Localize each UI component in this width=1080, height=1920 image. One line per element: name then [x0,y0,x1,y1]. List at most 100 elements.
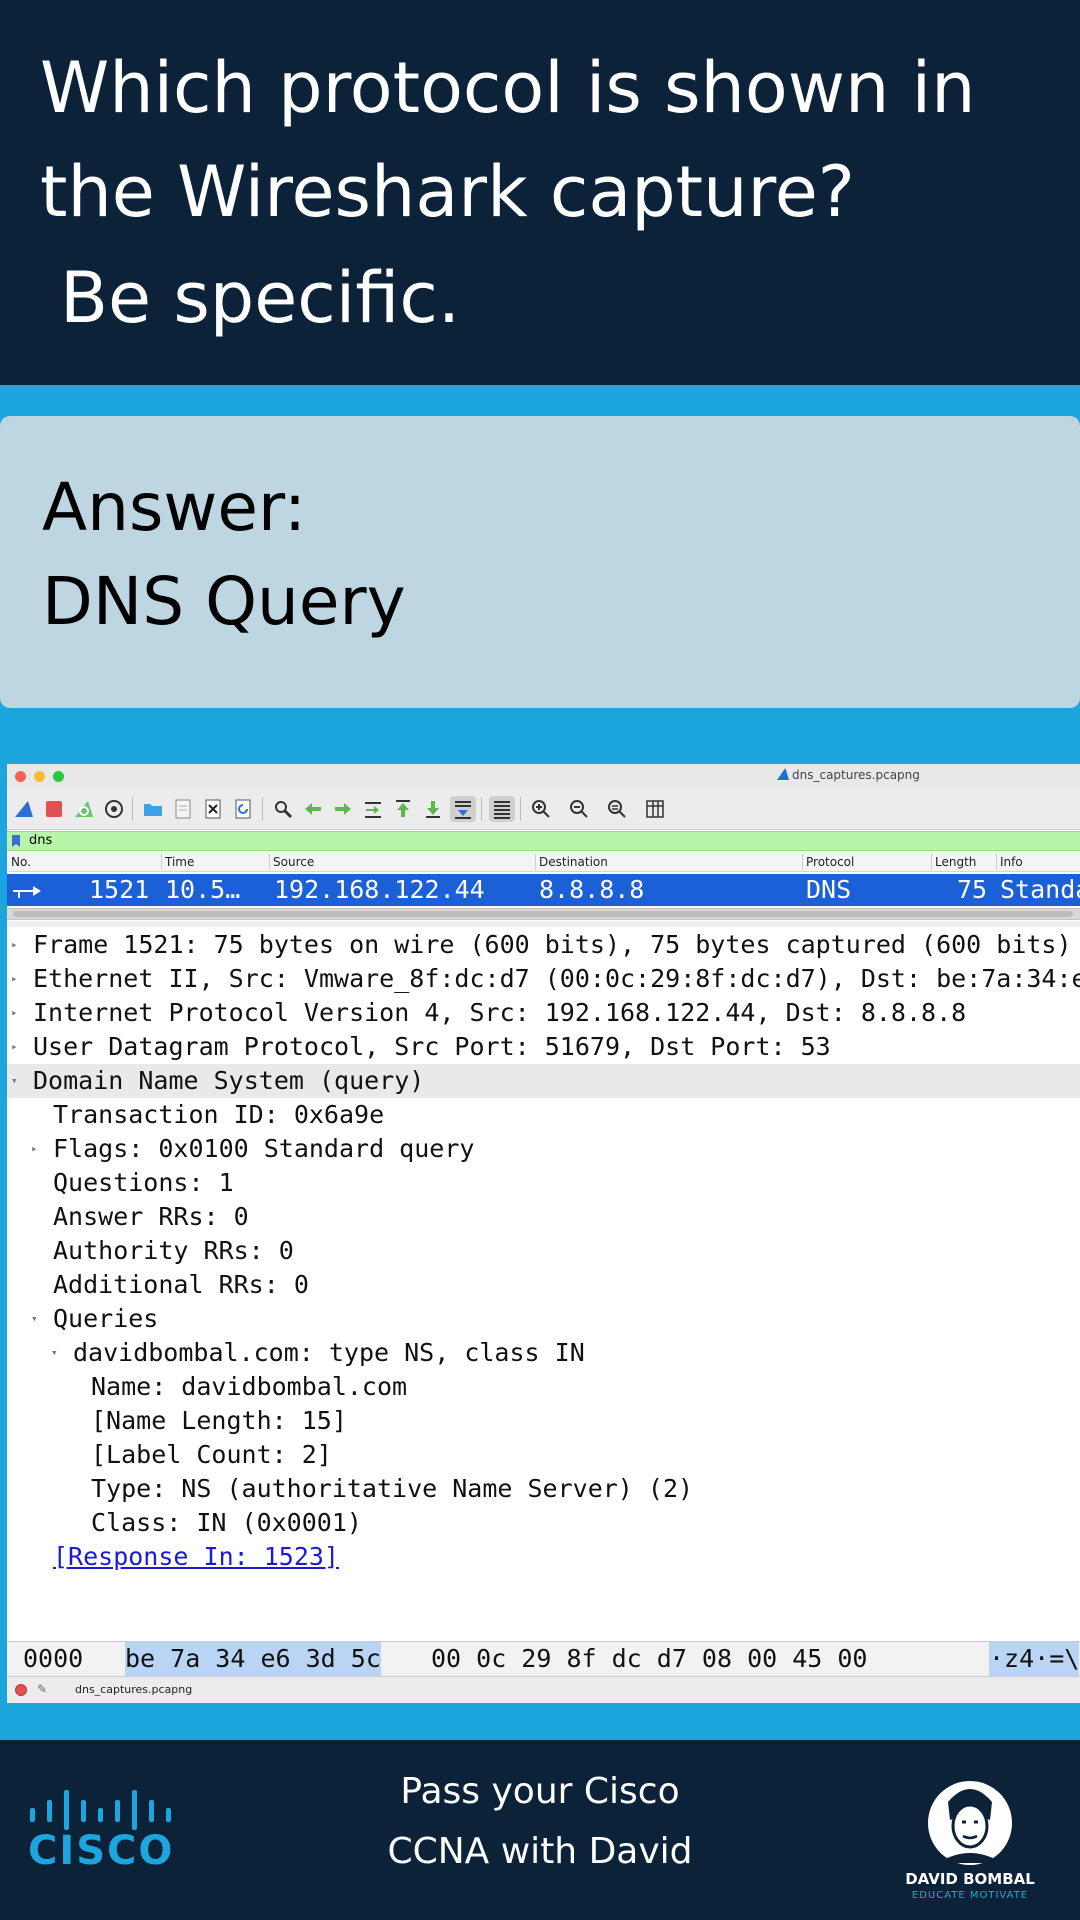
edit-comment-icon[interactable]: ✎ [37,1682,47,1696]
start-capture-button[interactable] [11,796,37,822]
search-icon [275,801,293,819]
column-header-protocol[interactable]: Protocol [806,855,854,869]
toolbar-separator [132,797,133,821]
collapse-arrow-icon[interactable]: ▾ [51,1336,58,1370]
packet-row-selected[interactable]: 1521 10.5… 192.168.122.44 8.8.8.8 DNS 75… [7,874,1080,906]
expand-arrow-icon[interactable]: ▸ [11,996,18,1030]
column-header-length[interactable]: Length [935,855,976,869]
collapse-arrow-icon[interactable]: ▾ [31,1302,38,1336]
shark-fin-icon [777,768,789,780]
detail-row-name-length[interactable]: [Name Length: 15] [7,1404,1080,1438]
arrow-up-icon [396,800,410,817]
arrow-down-icon [426,801,440,818]
open-file-button[interactable] [140,796,166,822]
expand-arrow-icon[interactable]: ▸ [11,1030,18,1064]
detail-row-dns[interactable]: ▾ Domain Name System (query) [7,1064,1080,1098]
bookmark-icon[interactable] [12,835,20,847]
answer-label: Answer: [42,469,307,546]
zoom-out-button[interactable] [566,796,592,822]
resize-columns-icon [646,800,664,818]
answer-card: Answer: DNS Query [0,416,1080,708]
find-packet-button[interactable] [270,796,296,822]
first-packet-button[interactable] [390,796,416,822]
zoom-window-button[interactable] [53,771,64,782]
tagline-line-2: CCNA with David [387,1831,693,1872]
last-packet-button[interactable] [420,796,446,822]
close-file-button[interactable] [200,796,226,822]
zoom-in-button[interactable] [528,796,554,822]
detail-row-questions[interactable]: Questions: 1 [7,1166,1080,1200]
footer-banner: CISCO Pass your Cisco CCNA with David DA… [0,1740,1080,1920]
close-file-icon [205,799,221,819]
jump-icon [365,802,381,818]
detail-row-answer-rrs[interactable]: Answer RRs: 0 [7,1200,1080,1234]
autoscroll-icon [455,801,471,819]
detail-row-frame[interactable]: ▸ Frame 1521: 75 bytes on wire (600 bits)… [7,928,1080,962]
stop-capture-button[interactable] [41,796,67,822]
column-header-destination[interactable]: Destination [539,855,608,869]
expand-arrow-icon[interactable]: ▸ [11,928,18,962]
restart-fin-icon [75,801,93,817]
detail-row-label-count[interactable]: [Label Count: 2] [7,1438,1080,1472]
minimize-window-button[interactable] [34,771,45,782]
detail-row-name[interactable]: Name: davidbombal.com [7,1370,1080,1404]
display-filter-bar[interactable]: dns [7,831,1080,851]
save-file-button[interactable] [170,796,196,822]
column-header-no[interactable]: No. [11,855,31,869]
cisco-wordmark: CISCO [28,1828,175,1874]
hex-ascii[interactable]: ·z4·=\ [989,1642,1080,1676]
zoom-out-icon [570,800,588,818]
autoscroll-button[interactable] [450,796,476,822]
detail-row-udp[interactable]: ▸ User Datagram Protocol, Src Port: 51679… [7,1030,1080,1064]
go-forward-button[interactable] [330,796,356,822]
packet-destination: 8.8.8.8 [539,875,645,904]
go-to-packet-button[interactable] [360,796,386,822]
expand-arrow-icon[interactable]: ▸ [31,1132,38,1166]
display-filter-input[interactable]: dns [29,833,52,848]
tagline-line-1: Pass your Cisco [400,1771,680,1812]
david-bombal-logo: DAVID BOMBAL EDUCATE MOTIVATE [900,1768,1040,1908]
detail-row-type[interactable]: Type: NS (authoritative Name Server) (2) [7,1472,1080,1506]
normal-size-button[interactable] [604,796,630,822]
column-header-source[interactable]: Source [273,855,314,869]
detail-row-additional-rrs[interactable]: Additional RRs: 0 [7,1268,1080,1302]
detail-row-ipv4[interactable]: ▸ Internet Protocol Version 4, Src: 192.1… [7,996,1080,1030]
zoom-in-icon [532,800,550,818]
hex-selected-bytes[interactable]: be 7a 34 e6 3d 5c [125,1642,381,1676]
shark-fin-icon [15,801,33,817]
detail-row-transaction-id[interactable]: Transaction ID: 0x6a9e [7,1098,1080,1132]
packet-source: 192.168.122.44 [274,875,485,904]
pane-splitter[interactable] [7,921,1080,927]
go-back-button[interactable] [300,796,326,822]
close-window-button[interactable] [15,771,26,782]
detail-row-query-entry[interactable]: ▾ davidbombal.com: type NS, class IN [7,1336,1080,1370]
reload-icon [235,799,251,819]
window-title: dns_captures.pcapng [777,768,920,782]
detail-row-queries[interactable]: ▾ Queries [7,1302,1080,1336]
arrow-right-icon [335,803,351,815]
scrollbar-thumb[interactable] [13,911,1073,917]
packet-details-pane: ▸ Frame 1521: 75 bytes on wire (600 bits)… [7,928,1080,1590]
restart-capture-button[interactable] [71,796,97,822]
detail-row-class[interactable]: Class: IN (0x0001) [7,1506,1080,1540]
response-in-link[interactable]: [Response In: 1523] [53,1540,339,1574]
detail-row-flags[interactable]: ▸ Flags: 0x0100 Standard query [7,1132,1080,1166]
collapse-arrow-icon[interactable]: ▾ [11,1064,18,1098]
expand-arrow-icon[interactable]: ▸ [11,962,18,996]
detail-row-ethernet[interactable]: ▸ Ethernet II, Src: Vmware_8f:dc:d7 (00:0… [7,962,1080,996]
arrow-left-icon [305,803,321,815]
packet-no: 1521 [89,875,150,904]
hex-bytes[interactable]: 00 0c 29 8f dc d7 08 00 45 00 [431,1642,868,1676]
column-header-time[interactable]: Time [165,855,194,869]
reload-file-button[interactable] [230,796,256,822]
resize-columns-button[interactable] [642,796,668,822]
colorize-button[interactable] [489,796,515,822]
detail-row-authority-rrs[interactable]: Authority RRs: 0 [7,1234,1080,1268]
packet-list-scrollbar[interactable] [7,908,1080,920]
column-header-info[interactable]: Info [1000,855,1023,869]
detail-row-response-in[interactable]: [Response In: 1523] [7,1540,1080,1574]
capture-options-button[interactable] [101,796,127,822]
question-line-2: the Wireshark capture? [40,151,855,233]
cisco-logo: CISCO [28,1790,178,1874]
expert-info-icon[interactable] [15,1684,27,1696]
